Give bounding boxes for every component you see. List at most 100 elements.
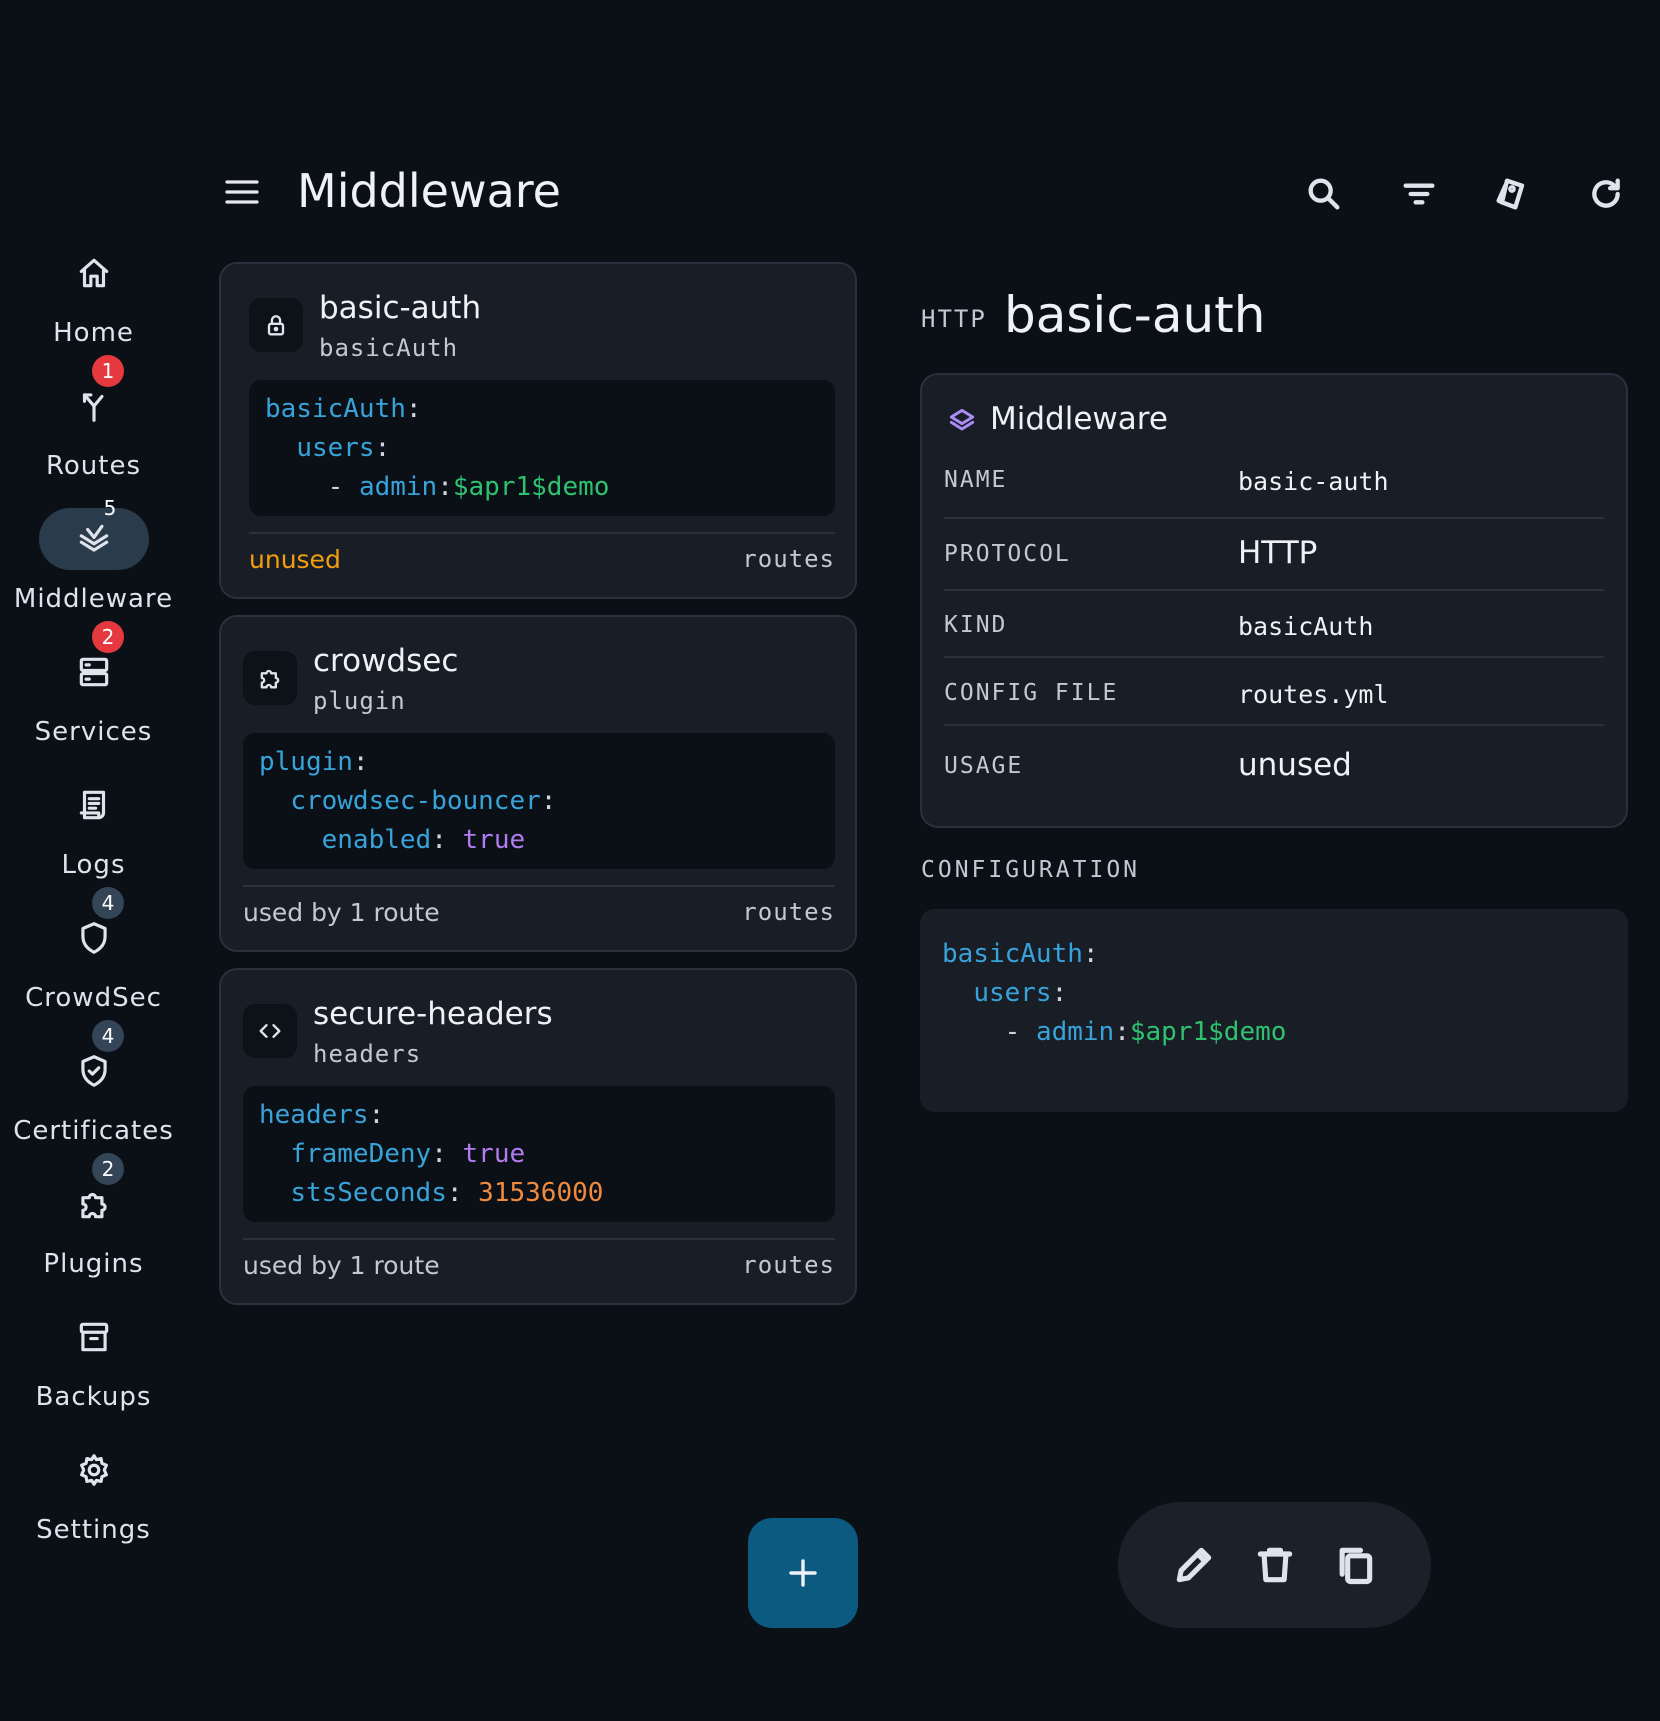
yaml-key: admin xyxy=(358,472,438,502)
yaml-key: users xyxy=(296,433,375,463)
row-value: routes.yml xyxy=(1238,680,1389,709)
yaml-value: true xyxy=(462,825,526,855)
row-value: HTTP xyxy=(1238,535,1318,571)
yaml-key: frameDeny xyxy=(290,1139,432,1169)
yaml-key: basicAuth xyxy=(942,939,1083,969)
puzzle-icon xyxy=(243,651,297,705)
server-icon xyxy=(39,641,149,703)
layers-icon xyxy=(946,405,978,437)
nav-label: Certificates xyxy=(13,1116,174,1146)
nav-label: CrowdSec xyxy=(25,983,162,1013)
card-usage: unused xyxy=(249,545,341,574)
nav-item-home[interactable]: Home xyxy=(0,240,187,373)
crowdsec-badge: 4 xyxy=(92,887,124,919)
detail-row-config-file: CONFIG FILE routes.yml xyxy=(944,680,1604,748)
logs-icon xyxy=(39,774,149,836)
card-routes-link[interactable]: routes xyxy=(742,545,835,573)
nav-label: Routes xyxy=(45,451,142,481)
home-icon xyxy=(39,242,149,304)
lock-icon xyxy=(249,298,303,352)
nav-item-middleware[interactable]: 5 Middleware xyxy=(0,496,187,639)
nav-item-backups[interactable]: Backups xyxy=(0,1304,187,1437)
nav-item-settings[interactable]: Settings xyxy=(0,1437,187,1570)
detail-row-usage: USAGE unused xyxy=(944,747,1604,819)
yaml-key: basicAuth xyxy=(265,394,406,424)
card-divider xyxy=(243,1238,835,1240)
tags-button[interactable] xyxy=(1490,172,1534,216)
yaml-key: users xyxy=(973,978,1052,1008)
yaml-key: enabled xyxy=(321,825,432,855)
nav-label: Home xyxy=(53,318,134,348)
nav-label: Backups xyxy=(35,1382,152,1412)
certificates-badge: 4 xyxy=(92,1020,124,1052)
tags-icon xyxy=(1496,178,1525,210)
nav-item-logs[interactable]: Logs xyxy=(0,772,187,905)
shield-icon xyxy=(39,907,149,969)
card-divider xyxy=(243,885,835,887)
card-kind: basicAuth xyxy=(319,334,459,362)
card-kind: headers xyxy=(313,1040,422,1068)
nav-item-services[interactable]: 2 Services xyxy=(0,621,187,772)
edit-button[interactable] xyxy=(1168,1539,1220,1591)
yaml-key: headers xyxy=(259,1100,369,1130)
layers-icon xyxy=(39,508,149,570)
add-middleware-button[interactable] xyxy=(748,1518,858,1628)
row-value: unused xyxy=(1238,747,1352,783)
yaml-value: 31536000 xyxy=(478,1178,604,1208)
filter-icon xyxy=(1403,183,1435,205)
search-icon xyxy=(1308,178,1340,210)
card-name: secure-headers xyxy=(313,996,553,1032)
detail-protocol-tag: HTTP xyxy=(921,305,987,333)
detail-row-name: NAME basic-auth xyxy=(944,467,1604,535)
nav-item-routes[interactable]: 1 Routes xyxy=(0,355,187,506)
nav-item-plugins[interactable]: 2 Plugins xyxy=(0,1153,187,1304)
card-name: crowdsec xyxy=(313,643,459,679)
refresh-button[interactable] xyxy=(1584,172,1628,216)
middleware-card[interactable]: crowdsec plugin plugin: crowdsec-bouncer… xyxy=(219,615,857,952)
plugins-badge: 2 xyxy=(92,1153,124,1185)
row-value: basicAuth xyxy=(1238,612,1374,641)
edit-icon xyxy=(1177,1547,1212,1583)
middleware-badge: 5 xyxy=(103,496,117,520)
copy-button[interactable] xyxy=(1329,1539,1381,1591)
yaml-key: plugin xyxy=(259,747,353,777)
configuration-label: CONFIGURATION xyxy=(921,857,1141,883)
filter-button[interactable] xyxy=(1397,172,1441,216)
delete-button[interactable] xyxy=(1249,1539,1301,1591)
card-kind: plugin xyxy=(313,687,406,715)
shield-check-icon xyxy=(39,1040,149,1102)
detail-row-kind: KIND basicAuth xyxy=(944,612,1604,680)
gear-icon xyxy=(39,1439,149,1501)
card-routes-link[interactable]: routes xyxy=(742,1251,835,1279)
detail-title: basic-auth xyxy=(1004,286,1266,344)
nav-label: Services xyxy=(34,717,153,747)
row-key: USAGE xyxy=(944,753,1024,779)
yaml-value: $apr1$demo xyxy=(1129,1017,1287,1047)
yaml-key: crowdsec-bouncer xyxy=(290,786,541,816)
card-usage: used by 1 route xyxy=(243,1251,440,1280)
nav-label: Settings xyxy=(36,1515,151,1545)
card-config-code: plugin: crowdsec-bouncer: enabled: true xyxy=(243,733,835,869)
row-key: PROTOCOL xyxy=(944,541,1071,567)
search-button[interactable] xyxy=(1302,172,1346,216)
detail-action-bar xyxy=(1118,1502,1431,1628)
middleware-card[interactable]: secure-headers headers headers: frameDen… xyxy=(219,968,857,1305)
card-usage: used by 1 route xyxy=(243,898,440,927)
plus-icon xyxy=(789,1559,817,1587)
detail-section-title: Middleware xyxy=(990,401,1168,437)
row-value: basic-auth xyxy=(1238,467,1389,496)
configuration-code: basicAuth: users: - admin:$apr1$demo xyxy=(920,909,1628,1112)
nav-item-crowdsec[interactable]: 4 CrowdSec xyxy=(0,887,187,1038)
nav-label: Plugins xyxy=(43,1249,144,1279)
archive-icon xyxy=(39,1306,149,1368)
page-title: Middleware xyxy=(297,164,561,218)
card-config-code: headers: frameDeny: true stsSeconds: 315… xyxy=(243,1086,835,1222)
menu-icon xyxy=(225,180,259,204)
middleware-card[interactable]: basic-auth basicAuth basicAuth: users: -… xyxy=(219,262,857,599)
nav-item-certificates[interactable]: 4 Certificates xyxy=(0,1020,187,1171)
card-config-code: basicAuth: users: - admin:$apr1$demo xyxy=(249,380,835,516)
detail-row-protocol: PROTOCOL HTTP xyxy=(944,535,1604,607)
menu-button[interactable] xyxy=(222,172,262,212)
card-routes-link[interactable]: routes xyxy=(742,898,835,926)
nav-label: Logs xyxy=(61,850,126,880)
